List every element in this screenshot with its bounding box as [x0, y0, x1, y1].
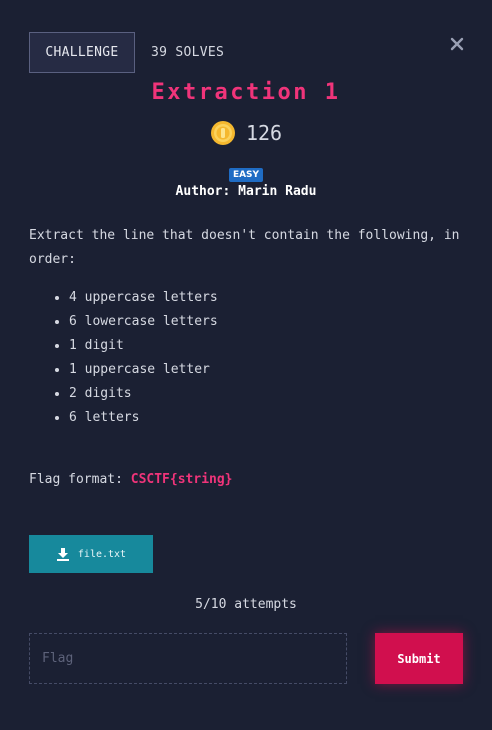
points: 126 — [0, 120, 492, 146]
attempts-counter: 5/10 attempts — [195, 597, 297, 612]
points-value: 126 — [245, 121, 283, 145]
requirements-list: 4 uppercase letters 6 lowercase letters … — [29, 286, 218, 430]
list-item: 1 digit — [69, 334, 218, 358]
tab-challenge[interactable]: CHALLENGE — [29, 32, 135, 73]
challenge-tabs: CHALLENGE 39 SOLVES — [29, 32, 224, 73]
flag-format-value: CSCTF{string} — [130, 472, 233, 487]
download-icon — [56, 548, 69, 561]
challenge-description: Extract the line that doesn't contain th… — [29, 228, 460, 267]
list-item: 6 lowercase letters — [69, 310, 218, 334]
file-name: file.txt — [77, 548, 127, 560]
flag-format-label: Flag format: — [29, 472, 123, 487]
list-item: 4 uppercase letters — [69, 286, 218, 310]
list-item: 2 digits — [69, 382, 218, 406]
download-file-button[interactable]: file.txt — [29, 535, 153, 573]
close-icon[interactable] — [450, 36, 464, 51]
submit-button[interactable]: Submit — [375, 633, 463, 684]
coin-icon — [210, 121, 235, 145]
list-item: 6 letters — [69, 406, 218, 430]
list-item: 1 uppercase letter — [69, 358, 218, 382]
flag-input[interactable] — [29, 633, 347, 684]
difficulty-badge: EASY — [228, 168, 264, 182]
author: Author: Marin Radu — [175, 184, 317, 199]
flag-format: Flag format: CSCTF{string} — [29, 472, 233, 487]
challenge-title: Extraction 1 — [151, 80, 341, 105]
tab-solves[interactable]: 39 SOLVES — [151, 45, 224, 60]
